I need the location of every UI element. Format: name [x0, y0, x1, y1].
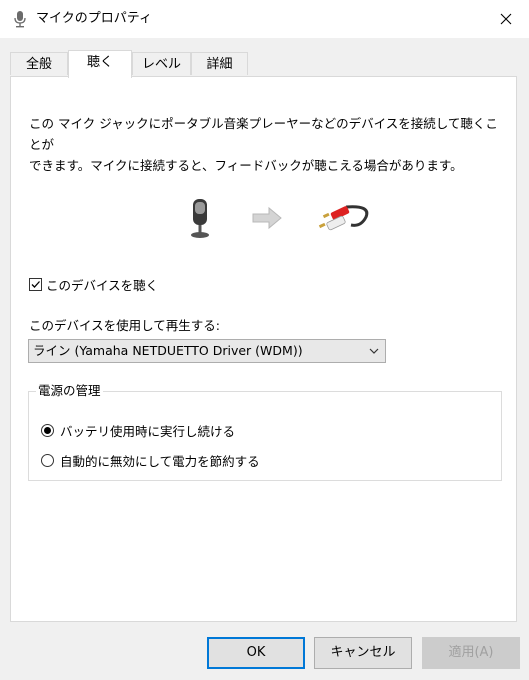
- close-button[interactable]: [483, 0, 529, 38]
- power-management-title: 電源の管理: [36, 383, 103, 399]
- listen-to-device-label: このデバイスを聴く: [46, 278, 159, 293]
- description-line-1: この マイク ジャックにポータブル音楽プレーヤーなどのデバイスを接続して聴くこと…: [29, 116, 498, 152]
- radio-selected-dot: [44, 427, 51, 434]
- tab-label: 聴く: [86, 55, 113, 70]
- rca-cable-icon: [318, 205, 369, 231]
- arrow-right-icon: [252, 206, 282, 230]
- keep-running-label: バッテリ使用時に実行し続ける: [60, 424, 236, 439]
- ok-button[interactable]: OK: [207, 637, 305, 669]
- tab-listen[interactable]: 聴く: [68, 50, 132, 78]
- checkmark-icon: [31, 281, 40, 288]
- playback-device-select[interactable]: ライン (Yamaha NETDUETTO Driver (WDM)): [28, 339, 386, 363]
- window-title: マイクのプロパティ: [36, 11, 152, 26]
- listen-description: この マイク ジャックにポータブル音楽プレーヤーなどのデバイスを接続して聴くこと…: [29, 113, 509, 176]
- playback-device-value: ライン (Yamaha NETDUETTO Driver (WDM)): [33, 343, 303, 358]
- power-option-keep-running[interactable]: バッテリ使用時に実行し続ける: [41, 421, 235, 440]
- cancel-button[interactable]: キャンセル: [314, 637, 412, 669]
- microphone-icon: [14, 11, 26, 28]
- power-option-auto-disable[interactable]: 自動的に無効にして電力を節約する: [41, 451, 260, 470]
- tab-label: 詳細: [206, 57, 233, 72]
- listen-to-device-checkbox-row[interactable]: このデバイスを聴く: [29, 275, 158, 294]
- close-icon: [500, 13, 512, 25]
- tab-general[interactable]: 全般: [10, 52, 68, 75]
- auto-disable-radio[interactable]: [41, 454, 54, 467]
- tab-label: レベル: [141, 57, 181, 72]
- power-management-group: 電源の管理 バッテリ使用時に実行し続ける 自動的に無効にして電力を節約する: [28, 383, 502, 481]
- keep-running-radio[interactable]: [41, 424, 54, 437]
- microphone-device-icon: [191, 199, 209, 238]
- playback-device-label: このデバイスを使用して再生する:: [29, 318, 220, 333]
- chevron-down-icon: [369, 348, 379, 354]
- title-bar: マイクのプロパティ: [0, 0, 529, 38]
- listen-tab-panel: この マイク ジャックにポータブル音楽プレーヤーなどのデバイスを接続して聴くこと…: [10, 76, 517, 622]
- tab-levels[interactable]: レベル: [132, 52, 191, 75]
- listen-illustration: [191, 199, 369, 238]
- tab-label: 全般: [25, 57, 52, 72]
- auto-disable-label: 自動的に無効にして電力を節約する: [60, 454, 260, 469]
- listen-to-device-checkbox[interactable]: [29, 278, 42, 291]
- apply-button[interactable]: 適用(A): [422, 637, 520, 669]
- tab-advanced[interactable]: 詳細: [191, 52, 248, 75]
- description-line-2: できます。マイクに接続すると、フィードバックが聴こえる場合があります。: [29, 158, 463, 173]
